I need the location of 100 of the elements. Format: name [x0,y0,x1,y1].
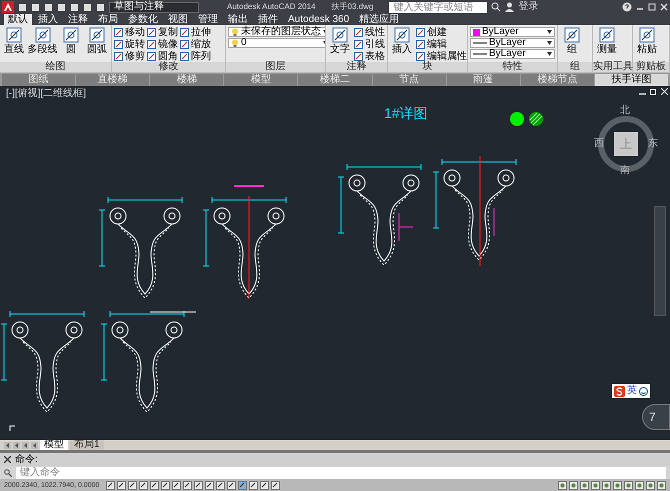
document-tab[interactable]: 节点 [372,74,446,86]
ribbon-tab[interactable]: 注释 [64,14,92,25]
ribbon-tab[interactable]: 布局 [94,14,122,25]
status-toggle-icon[interactable] [216,480,225,490]
status-toggle-icon[interactable] [613,480,622,490]
property-dropdown[interactable]: 0 [228,38,325,48]
property-dropdown[interactable]: ByLayer [470,49,555,59]
ribbon-tab[interactable]: 插件 [254,14,282,25]
status-toggle-icon[interactable] [558,480,567,490]
status-toggle-icon[interactable] [172,480,181,490]
tool-button[interactable]: 圆 [59,27,83,62]
tool-button[interactable]: 旋转 [114,39,145,50]
tool-button[interactable]: 圆弧 [85,27,109,62]
status-toggle-icon[interactable] [150,480,159,490]
tool-button[interactable]: 镜像 [147,39,178,50]
document-tab[interactable]: 扶手详图 [594,74,668,86]
status-toggle-icon[interactable] [183,480,192,490]
maximize-icon[interactable] [648,3,656,11]
document-tab[interactable]: 模型 [224,74,298,86]
zoom-badge[interactable]: 7 [642,404,670,430]
panel-title[interactable]: 组 [558,62,592,72]
status-toggle-icon[interactable] [227,480,236,490]
tool-button[interactable]: 直线 [2,27,26,62]
tool-button[interactable]: 拉伸 [180,27,211,38]
status-toggle-icon[interactable] [569,480,578,490]
property-dropdown[interactable]: ByLayer [470,27,555,37]
document-tab[interactable]: 楼梯 [150,74,224,86]
status-toggle-icon[interactable] [238,480,247,490]
status-toggle-icon[interactable] [657,480,666,490]
status-toggle-icon[interactable] [624,480,633,490]
ribbon-tab[interactable]: 视图 [164,14,192,25]
search-icon[interactable] [4,468,12,476]
ribbon-tab[interactable]: 默认 [4,14,32,25]
restore-icon[interactable] [650,88,657,95]
ribbon-tab[interactable]: Autodesk 360 [284,14,354,25]
panel-title[interactable]: 绘图 [0,62,111,72]
ribbon-tab[interactable]: 精选应用 [355,14,404,25]
tool-button[interactable]: 编辑属性 [416,51,467,62]
tool-button[interactable]: 引线 [354,39,385,50]
nav-arrow-icon[interactable] [31,442,38,448]
ribbon-tab[interactable]: 管理 [194,14,222,25]
tool-button[interactable]: 组 [560,27,584,62]
viewport-label[interactable]: [-][俯视][二维线框] [6,89,86,99]
panel-title[interactable]: 特性 [468,62,557,72]
tool-button[interactable]: 线性 [354,27,385,38]
panel-title[interactable]: 修改 [112,62,225,72]
tool-button[interactable]: 插入 [390,27,414,62]
help-icon[interactable] [622,2,632,12]
tool-button[interactable]: 阵列 [180,51,211,62]
status-toggle-icon[interactable] [646,480,655,490]
document-tab[interactable]: 图纸 [2,74,76,86]
document-tab[interactable]: 楼梯节点 [520,74,594,86]
status-toggle-icon[interactable] [260,480,269,490]
status-toggle-icon[interactable] [205,480,214,490]
ime-toolbar[interactable]: 英 [612,384,650,398]
panel-title[interactable]: 注释 [326,62,387,72]
panel-title[interactable]: 图层 [226,62,325,72]
status-toggle-icon[interactable] [591,480,600,490]
tool-button[interactable]: 文字 [328,27,352,62]
app-logo-icon[interactable] [2,1,14,13]
status-toggle-icon[interactable] [128,480,137,490]
user-icon[interactable] [505,2,514,12]
nav-arrow-icon[interactable] [4,442,11,448]
ribbon-tab[interactable]: 输出 [224,14,252,25]
status-toggle-icon[interactable] [117,480,126,490]
tool-button[interactable]: 圆角 [147,51,178,62]
tool-button[interactable]: 修剪 [114,51,145,62]
status-toggle-icon[interactable] [106,480,115,490]
search-icon[interactable] [491,2,502,12]
command-input[interactable]: 键入命令 [16,466,666,478]
ime-mode[interactable]: 英 [627,386,637,396]
tool-button[interactable]: 创建 [416,27,467,38]
status-toggle-icon[interactable] [249,480,258,490]
panel-title[interactable]: 实用工具 [593,62,632,72]
panel-title[interactable]: 块 [388,62,467,72]
status-toggle-icon[interactable] [602,480,611,490]
ribbon-tab[interactable]: 插入 [34,14,62,25]
property-dropdown[interactable]: ByLayer [470,38,555,48]
status-toggle-icon[interactable] [194,480,203,490]
tool-button[interactable]: 编辑 [416,39,467,50]
workspace-dropdown[interactable]: 草图与注释 [109,2,199,12]
ribbon-tab[interactable]: 参数化 [124,14,162,25]
tool-button[interactable]: 测量 [595,27,619,62]
document-tab[interactable]: 直楼梯 [76,74,150,86]
status-toggle-icon[interactable] [635,480,644,490]
document-tab[interactable]: 楼梯二 [298,74,372,86]
close-icon[interactable] [4,456,11,463]
sign-in-link[interactable]: 登录 [518,2,538,12]
nav-arrow-icon[interactable] [22,442,29,448]
tool-button[interactable]: 多段线 [28,27,57,62]
tool-button[interactable]: 粘贴 [635,27,659,62]
status-toggle-icon[interactable] [271,480,280,490]
compass-ring[interactable] [596,114,656,174]
tool-button[interactable]: 表格 [354,51,385,62]
status-toggle-icon[interactable] [139,480,148,490]
tool-button[interactable]: 移动 [114,27,145,38]
tool-button[interactable]: 复制 [147,27,178,38]
status-toggle-icon[interactable] [580,480,589,490]
status-toggle-icon[interactable] [161,480,170,490]
property-dropdown[interactable]: 未保存的图层状态 [228,27,325,37]
